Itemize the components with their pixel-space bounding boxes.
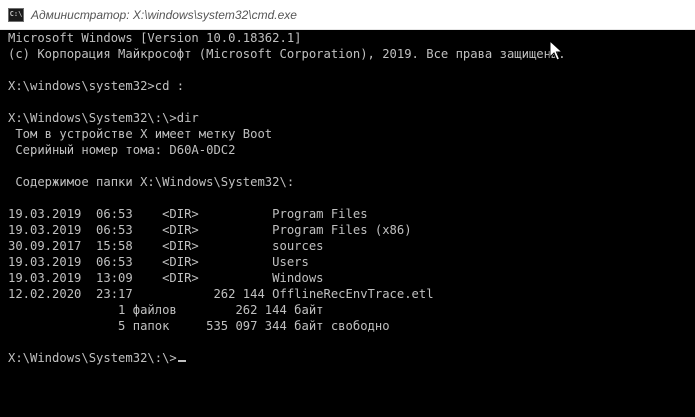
console-line: 19.03.2019 06:53 <DIR> Users [8,255,309,269]
console-line: X:\windows\system32>cd : [8,79,185,93]
console-line: 19.03.2019 06:53 <DIR> Program Files (x8… [8,223,412,237]
console-line: 12.02.2020 23:17 262 144 OfflineRecEnvTr… [8,287,434,301]
command-prompt: X:\Windows\System32\:\> [8,351,177,365]
console-line: X:\Windows\System32\:\>dir [8,111,199,125]
console-line: Серийный номер тома: D60A-0DC2 [8,143,236,157]
console-line: Содержимое папки X:\Windows\System32\: [8,175,295,189]
console-line: Microsoft Windows [Version 10.0.18362.1] [8,31,302,45]
console-line: 30.09.2017 15:58 <DIR> sources [8,239,324,253]
console-line: Том в устройстве X имеет метку Boot [8,127,273,141]
console-output[interactable]: Microsoft Windows [Version 10.0.18362.1]… [8,30,688,410]
text-cursor [177,360,186,362]
mouse-pointer-icon [549,40,563,61]
console-line: 1 файлов 262 144 байт [8,303,324,317]
command-prompt-line[interactable]: X:\Windows\System32\:\> [8,350,688,366]
console-line: 19.03.2019 13:09 <DIR> Windows [8,271,324,285]
title-bar[interactable]: C:\ Администратор: X:\windows\system32\c… [0,0,695,30]
console-line: 5 папок 535 097 344 байт свободно [8,319,390,333]
cmd-window-icon[interactable]: C:\ [8,7,24,22]
cmd-window-icon-text: C:\ [9,10,23,18]
console-line: (c) Корпорация Майкрософт (Microsoft Cor… [8,47,566,61]
console-line: 19.03.2019 06:53 <DIR> Program Files [8,207,368,221]
cmd-window: C:\ Администратор: X:\windows\system32\c… [0,0,695,417]
window-title: Администратор: X:\windows\system32\cmd.e… [31,7,297,22]
